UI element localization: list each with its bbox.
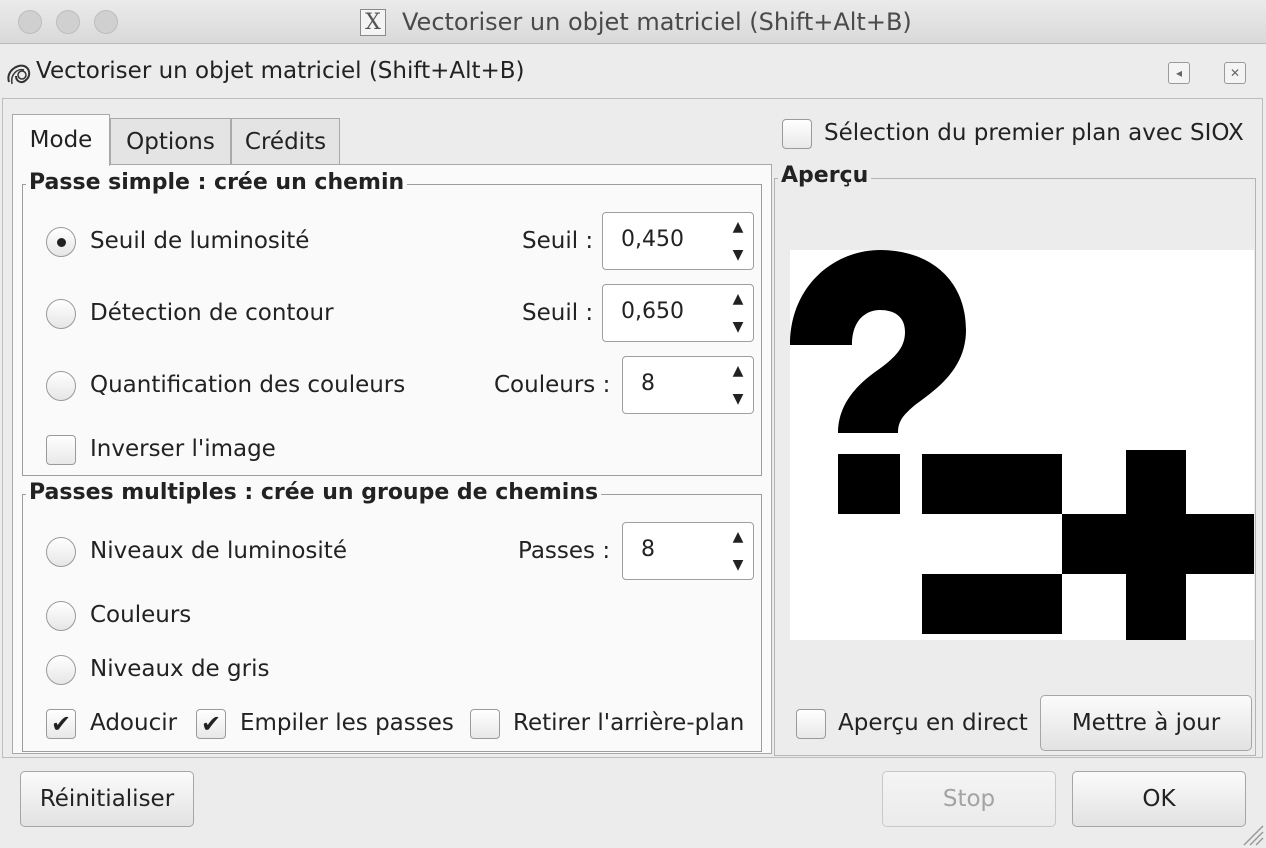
- increment-icon[interactable]: ▲: [723, 357, 753, 385]
- spin-value: 0,450: [621, 227, 684, 252]
- brightness-threshold-param-label: Seuil :: [522, 228, 594, 254]
- color-quantization-radio[interactable]: [46, 371, 76, 401]
- single-pass-legend: Passe simple : crée un chemin: [26, 170, 408, 195]
- reset-button[interactable]: Réinitialiser: [20, 771, 194, 827]
- color-quantization-label: Quantification des couleurs: [90, 372, 406, 398]
- brightness-levels-radio[interactable]: [46, 537, 76, 567]
- minimize-window-button[interactable]: [56, 10, 80, 34]
- increment-icon[interactable]: ▲: [723, 213, 753, 241]
- increment-icon[interactable]: ▲: [723, 285, 753, 313]
- colors-radio[interactable]: [46, 601, 76, 631]
- title-bar: X Vectoriser un objet matriciel (Shift+A…: [0, 0, 1266, 44]
- invert-image-label: Inverser l'image: [90, 436, 276, 462]
- preview-image: [790, 250, 1254, 640]
- colors-param-label: Couleurs :: [494, 372, 611, 398]
- spin-arrows: ▲ ▼: [723, 285, 753, 341]
- ok-button[interactable]: OK: [1072, 771, 1246, 827]
- question-dot: [838, 454, 900, 514]
- plus-horizontal: [1062, 514, 1254, 574]
- dock-title: Vectoriser un objet matriciel (Shift+Alt…: [36, 58, 525, 84]
- spin-arrows: ▲ ▼: [723, 523, 753, 579]
- smooth-label: Adoucir: [90, 710, 178, 736]
- close-dock-button[interactable]: ✕: [1224, 62, 1246, 84]
- upper-bar: [922, 454, 1062, 514]
- remove-background-checkbox[interactable]: [470, 709, 500, 739]
- x11-app-icon: X: [360, 9, 386, 36]
- question-mark-shape: [790, 250, 966, 433]
- edge-threshold-param-label: Seuil :: [522, 300, 594, 326]
- collapse-dock-button[interactable]: ◂: [1168, 62, 1190, 84]
- live-preview-label: Aperçu en direct: [838, 710, 1028, 736]
- edge-threshold-spinbox[interactable]: 0,650 ▲ ▼: [602, 284, 754, 342]
- decrement-icon[interactable]: ▼: [723, 385, 753, 413]
- close-window-button[interactable]: [18, 10, 42, 34]
- multi-pass-legend: Passes multiples : crée un groupe de che…: [26, 480, 602, 505]
- spin-arrows: ▲ ▼: [723, 213, 753, 269]
- brightness-threshold-radio[interactable]: [46, 227, 76, 257]
- update-button[interactable]: Mettre à jour: [1040, 695, 1252, 751]
- live-preview-checkbox[interactable]: [796, 709, 826, 739]
- lower-bar: [922, 574, 1062, 634]
- spin-value: 8: [641, 371, 655, 396]
- spin-value: 8: [641, 537, 655, 562]
- stack-passes-checkbox[interactable]: ✔: [196, 709, 226, 739]
- siox-label: Sélection du premier plan avec SIOX: [824, 120, 1244, 146]
- edge-detection-radio[interactable]: [46, 299, 76, 329]
- preview-legend: Aperçu: [778, 163, 872, 188]
- siox-checkbox[interactable]: [782, 119, 812, 149]
- preview-canvas: [790, 250, 1254, 640]
- window-title: Vectoriser un objet matriciel (Shift+Alt…: [402, 8, 912, 36]
- spin-arrows: ▲ ▼: [723, 357, 753, 413]
- zoom-window-button[interactable]: [94, 10, 118, 34]
- decrement-icon[interactable]: ▼: [723, 551, 753, 579]
- remove-background-label: Retirer l'arrière-plan: [513, 710, 745, 736]
- colors-spinbox[interactable]: 8 ▲ ▼: [622, 356, 754, 414]
- brightness-threshold-spinbox[interactable]: 0,450 ▲ ▼: [602, 212, 754, 270]
- brightness-threshold-label: Seuil de luminosité: [90, 228, 310, 254]
- passes-param-label: Passes :: [518, 538, 611, 564]
- stop-button: Stop: [882, 771, 1056, 827]
- tab-options[interactable]: Options: [110, 118, 231, 164]
- colors-label: Couleurs: [90, 602, 192, 628]
- stack-passes-label: Empiler les passes: [240, 710, 454, 736]
- decrement-icon[interactable]: ▼: [723, 313, 753, 341]
- resize-grip-icon[interactable]: [1238, 820, 1264, 846]
- decrement-icon[interactable]: ▼: [723, 241, 753, 269]
- smooth-checkbox[interactable]: ✔: [46, 709, 76, 739]
- tab-credits[interactable]: Crédits: [231, 118, 340, 164]
- brightness-levels-label: Niveaux de luminosité: [90, 538, 347, 564]
- spin-value: 0,650: [621, 299, 684, 324]
- edge-detection-label: Détection de contour: [90, 300, 334, 326]
- grays-radio[interactable]: [46, 655, 76, 685]
- invert-image-checkbox[interactable]: [46, 435, 76, 465]
- tab-mode[interactable]: Mode: [12, 114, 110, 166]
- increment-icon[interactable]: ▲: [723, 523, 753, 551]
- grays-label: Niveaux de gris: [90, 656, 270, 682]
- passes-spinbox[interactable]: 8 ▲ ▼: [622, 522, 754, 580]
- trace-bitmap-icon: [7, 64, 31, 85]
